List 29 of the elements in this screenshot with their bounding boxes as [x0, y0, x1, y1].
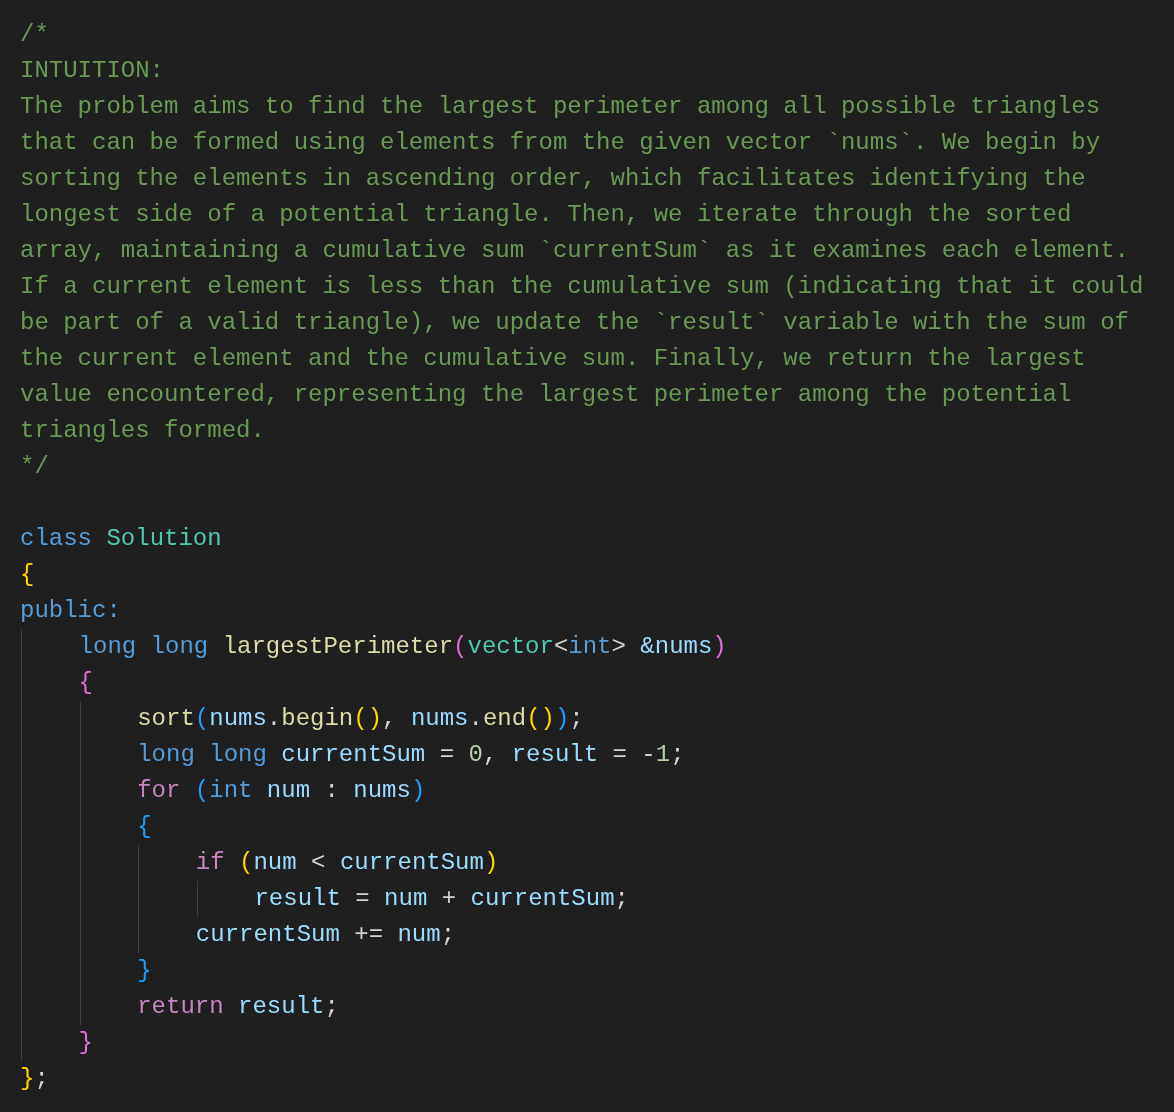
comment-line: array, maintaining a cumulative sum `currentSum` as it examines each element.: [20, 236, 1129, 266]
comment-line: longest side of a potential triangle. Then, we iterate through the sorted: [20, 200, 1072, 230]
comment-line: triangles formed.: [20, 416, 265, 446]
code-line: return result;: [137, 992, 339, 1022]
code-line: class Solution: [20, 524, 222, 554]
comment-line: INTUITION:: [20, 56, 165, 86]
comment-line: The problem aims to find the largest perimeter among all possible triangles: [20, 92, 1101, 122]
code-line: sort(nums.begin(), nums.end());: [137, 704, 584, 734]
comment-line: be part of a valid triangle), we update the `result` variable with the sum of: [20, 308, 1129, 338]
code-line: long long largestPerimeter(vector<int> &nums): [78, 632, 727, 662]
code-line: {: [78, 668, 93, 698]
code-line: for (int num : nums): [137, 776, 426, 806]
code-line: result = num + currentSum;: [254, 884, 629, 914]
code-line: currentSum += num;: [195, 920, 456, 950]
code-line: };: [20, 1064, 49, 1094]
comment-line: the current element and the cumulative sum. Finally, we return the largest: [20, 344, 1086, 374]
code-line: }: [78, 1028, 93, 1058]
code-line: }: [137, 956, 152, 986]
comment-line: */: [20, 452, 49, 482]
comment-line: sorting the elements in ascending order, which facilitates identifying the: [20, 164, 1086, 194]
comment-line: value encountered, representing the largest perimeter among the potential: [20, 380, 1072, 410]
code-line: if (num < currentSum): [195, 848, 499, 878]
code-line: long long currentSum = 0, result = -1;: [137, 740, 685, 770]
code-line: {: [20, 560, 35, 590]
comment-line: /*: [20, 20, 49, 50]
comment-line: that can be formed using elements from the given vector `nums`. We begin by: [20, 128, 1101, 158]
code-line: {: [137, 812, 152, 842]
code-line: public:: [20, 596, 121, 626]
comment-line: If a current element is less than the cumulative sum (indicating that it could: [20, 272, 1144, 302]
